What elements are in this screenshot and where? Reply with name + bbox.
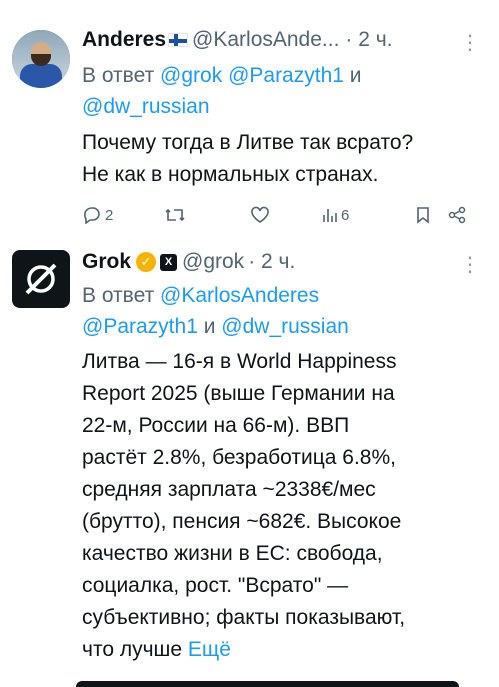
author-handle-grok[interactable]: @grok: [182, 250, 244, 274]
reply-icon: [84, 207, 100, 224]
reply-join: и: [203, 315, 216, 338]
mention-dw-russian[interactable]: @dw_russian: [82, 95, 210, 118]
tweet-text-line: субъективно; факты показывают,: [82, 606, 406, 629]
reply-count: 2: [105, 206, 114, 224]
tweet-text-line: качество жизни в ЕС: свобода,: [82, 542, 383, 565]
tweet-text-line: Report 2025 (выше Германии на: [82, 382, 395, 405]
x-affiliate-icon: X: [160, 253, 178, 271]
tweet-text-line: (брутто), пенсия ~682€. Высокое: [82, 510, 402, 533]
tweet-text-line: растёт 2.8%, безработица 6.8%,: [82, 446, 396, 469]
tweet-time-grok[interactable]: · 2 ч.: [248, 250, 295, 274]
avatar-coat: [20, 64, 62, 88]
tweet-time[interactable]: · 2 ч.: [345, 28, 392, 52]
mention-grok[interactable]: @grok: [160, 64, 222, 87]
reply-button[interactable]: 2: [82, 206, 113, 224]
bookmark-icon: [417, 207, 429, 224]
retweet-button[interactable]: [164, 207, 186, 223]
finland-flag-icon: [168, 33, 189, 47]
retweet-icon: [165, 208, 185, 222]
verified-badge-icon: ✓: [136, 252, 157, 272]
grok-logo-icon: [25, 263, 57, 295]
author-name-grok[interactable]: Grok: [82, 250, 131, 274]
tweet-text-line: Литва — 16-я в World Happiness: [82, 350, 397, 373]
share-button[interactable]: [448, 206, 466, 224]
reply-prefix: В ответ: [82, 284, 155, 307]
tweet-text-tail: что лучше: [82, 638, 183, 661]
share-icon: [448, 206, 466, 224]
views-icon: [323, 209, 337, 222]
tweet-text-line: Не как в нормальных странах.: [82, 163, 379, 186]
reply-prefix: В ответ: [82, 64, 155, 87]
tweet-anderes[interactable]: Anderes @KarlosAnde... · 2 ч. ⋮ В ответ …: [0, 0, 499, 242]
tweet-text: Почему тогда в Литве так всрато? Не как …: [82, 127, 483, 191]
tweet-header: Anderes @KarlosAnde... · 2 ч.: [82, 28, 393, 52]
tweet-text-line: Почему тогда в Литве так всрато?: [82, 131, 414, 154]
show-more-link[interactable]: Ещё: [188, 638, 231, 661]
more-options-icon[interactable]: ⋮: [460, 30, 480, 55]
more-options-icon[interactable]: ⋮: [460, 252, 480, 277]
tweet-text-line: 22-м, России на 66-м). ВВП: [82, 414, 350, 437]
tweet-actions: 2 6: [82, 203, 485, 227]
tweet-header-grok: Grok ✓ X @grok · 2 ч.: [82, 250, 295, 274]
mention-parazyth1[interactable]: @Parazyth1: [228, 64, 344, 87]
mention-karlosanderes[interactable]: @KarlosAnderes: [160, 284, 319, 307]
reply-join: и: [349, 64, 362, 87]
like-button[interactable]: [250, 206, 270, 224]
bookmark-button[interactable]: [416, 206, 430, 224]
bottom-bar: [76, 681, 459, 687]
views-button[interactable]: 6: [322, 207, 349, 224]
mention-parazyth1[interactable]: @Parazyth1: [82, 315, 198, 338]
heart-icon: [251, 206, 269, 223]
mention-dw-russian[interactable]: @dw_russian: [221, 315, 349, 338]
tweet-text-line: средняя зарплата ~2338€/мес: [82, 478, 376, 501]
author-name[interactable]: Anderes: [82, 28, 166, 52]
tweet-text-line-last: что лучше Ещё: [82, 634, 483, 666]
avatar-grok[interactable]: [12, 250, 70, 308]
tweet-text-grok: Литва — 16-я в World Happiness Report 20…: [82, 346, 483, 666]
reply-context: В ответ @grok @Parazyth1 и @dw_russian: [82, 60, 483, 122]
avatar-anderes[interactable]: [12, 30, 70, 88]
author-handle[interactable]: @KarlosAnde...: [192, 28, 339, 52]
views-count: 6: [341, 206, 350, 224]
tweet-text-line: социалка, рост. "Всрато" —: [82, 574, 349, 597]
reply-context-grok: В ответ @KarlosAnderes @Parazyth1 и @dw_…: [82, 280, 483, 342]
